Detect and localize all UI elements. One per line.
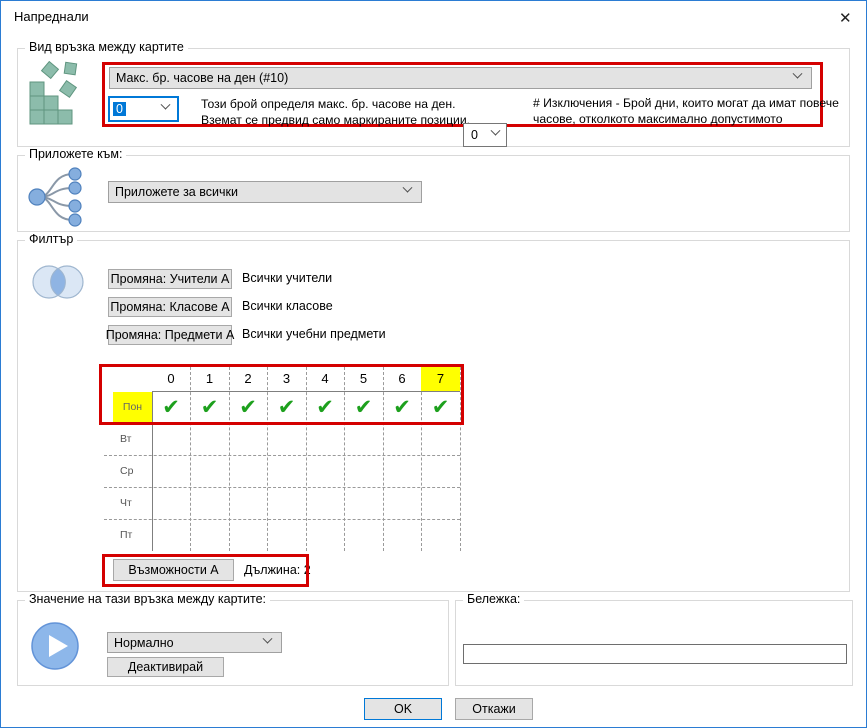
window-title: Напреднали: [14, 9, 89, 24]
change-classes-button[interactable]: Промяна: Класове A: [108, 297, 232, 317]
exceptions-description-line2: часове, отколкото максимално допустимото: [533, 111, 839, 127]
grid-cell-check[interactable]: ✔: [421, 392, 460, 423]
group-note-label: Бележка:: [463, 592, 524, 606]
teachers-filter-value: Всички учители: [242, 271, 332, 285]
possibilities-label: Възможности A: [128, 563, 218, 577]
apply-to-value: Приложете за всички: [115, 185, 238, 199]
length-value: Дължина: 2: [244, 563, 311, 577]
grid-col-header-3[interactable]: 3: [267, 366, 306, 391]
max-count-description: Този брой определя макс. бр. часове на д…: [201, 96, 470, 128]
branch-tree-icon: [27, 166, 93, 228]
max-count-description-line1: Този брой определя макс. бр. часове на д…: [201, 96, 470, 112]
exceptions-value: 0: [471, 128, 478, 142]
meaning-value: Нормално: [114, 636, 174, 650]
group-apply-to-label: Приложете към:: [25, 147, 126, 161]
deactivate-label: Деактивирай: [128, 660, 203, 674]
grid-col-header-7-highlighted[interactable]: 7: [421, 366, 460, 391]
grid-col-header-4[interactable]: 4: [306, 366, 344, 391]
possibilities-button[interactable]: Възможности A: [113, 559, 234, 581]
chevron-down-icon: [161, 100, 171, 110]
grid-row-header-wed[interactable]: Ср: [113, 455, 152, 487]
tiles-icon: [28, 61, 86, 125]
grid-cell-check[interactable]: ✔: [306, 392, 344, 423]
grid-cell-check[interactable]: ✔: [190, 392, 229, 423]
cancel-label: Откажи: [472, 702, 516, 716]
grid-row-header-mon-highlighted[interactable]: Пон: [113, 392, 152, 423]
ok-label: OK: [394, 702, 412, 716]
max-count-combo[interactable]: 0: [108, 96, 179, 122]
exceptions-description-line1: # Изключения - Брой дни, които могат да …: [533, 95, 839, 111]
change-subjects-label: Промяна: Предмети A: [106, 328, 235, 342]
grid-row-header-thu[interactable]: Чт: [113, 487, 152, 519]
grid-cell-check[interactable]: ✔: [344, 392, 383, 423]
exceptions-combo[interactable]: 0: [463, 123, 507, 147]
advanced-dialog: Напреднали ✕ Вид връзка между картите Ма…: [0, 0, 867, 728]
max-count-description-line2: Вземат се предвид само маркираните позиц…: [201, 112, 470, 128]
chevron-down-icon: [403, 183, 413, 193]
deactivate-button[interactable]: Деактивирай: [107, 657, 224, 677]
play-icon: [30, 621, 80, 671]
grid-cell-check[interactable]: ✔: [383, 392, 421, 423]
grid-col-header-6[interactable]: 6: [383, 366, 421, 391]
chevron-down-icon: [491, 126, 501, 136]
change-subjects-button[interactable]: Промяна: Предмети A: [108, 325, 232, 345]
cancel-button[interactable]: Откажи: [455, 698, 533, 720]
grid-row-header-tue[interactable]: Вт: [113, 423, 152, 455]
note-input[interactable]: [463, 644, 847, 664]
grid-col-header-5[interactable]: 5: [344, 366, 383, 391]
ok-button[interactable]: OK: [364, 698, 442, 720]
close-icon[interactable]: ✕: [839, 9, 852, 27]
subjects-filter-value: Всички учебни предмети: [242, 327, 386, 341]
grid-col-header-1[interactable]: 1: [190, 366, 229, 391]
group-relationship-type-label: Вид връзка между картите: [25, 40, 188, 54]
group-note: Бележка:: [455, 600, 853, 686]
relationship-type-dropdown[interactable]: Макс. бр. часове на ден (#10): [109, 67, 812, 89]
classes-filter-value: Всички класове: [242, 299, 333, 313]
change-teachers-label: Промяна: Учители A: [111, 272, 230, 286]
group-filter-label: Филтър: [25, 232, 77, 246]
grid-cell-check[interactable]: ✔: [229, 392, 267, 423]
venn-diagram-icon: [29, 258, 87, 306]
grid-cell-check[interactable]: ✔: [152, 392, 190, 423]
grid-col-header-0[interactable]: 0: [152, 366, 190, 391]
chevron-down-icon: [793, 69, 803, 79]
apply-to-dropdown[interactable]: Приложете за всички: [108, 181, 422, 203]
exceptions-description: # Изключения - Брой дни, които могат да …: [533, 95, 839, 127]
meaning-dropdown[interactable]: Нормално: [107, 632, 282, 653]
grid-col-header-2[interactable]: 2: [229, 366, 267, 391]
relationship-type-value: Макс. бр. часове на ден (#10): [116, 71, 288, 85]
grid-cell-check[interactable]: ✔: [267, 392, 306, 423]
group-meaning-label: Значение на тази връзка между картите:: [25, 592, 270, 606]
chevron-down-icon: [263, 633, 273, 643]
change-teachers-button[interactable]: Промяна: Учители A: [108, 269, 232, 289]
grid-row-header-fri[interactable]: Пт: [113, 519, 152, 551]
max-count-value: 0: [113, 102, 126, 116]
change-classes-label: Промяна: Класове A: [110, 300, 229, 314]
